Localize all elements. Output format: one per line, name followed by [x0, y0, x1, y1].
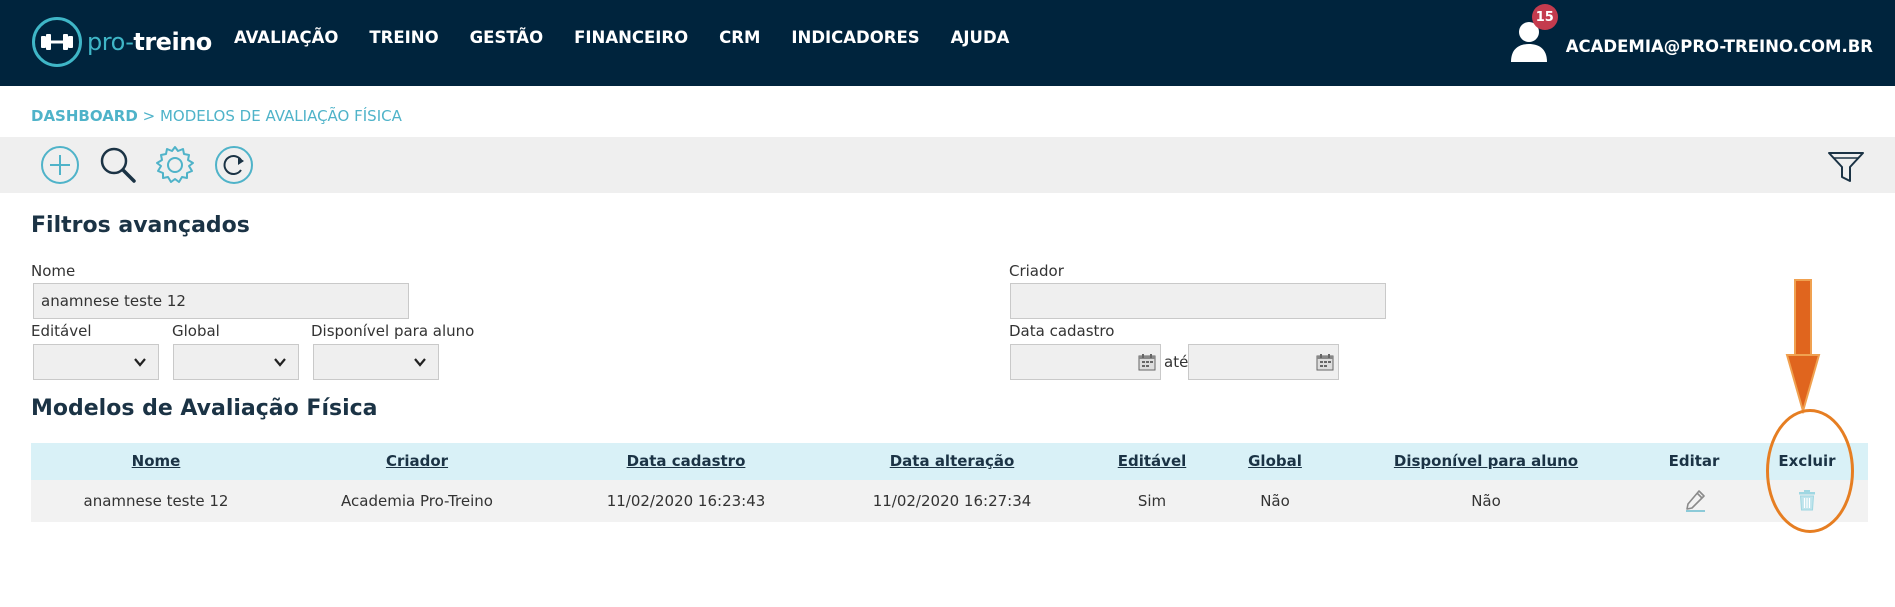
- dumbbell-icon: [32, 17, 82, 67]
- col-header-global[interactable]: Global: [1248, 452, 1302, 470]
- cell-data-alteracao: 11/02/2020 16:27:34: [872, 492, 1032, 510]
- calendar-icon[interactable]: [1138, 353, 1156, 371]
- breadcrumb-dashboard[interactable]: DASHBOARD: [31, 107, 138, 125]
- col-header-editar: Editar: [1668, 452, 1720, 470]
- toolbar: [0, 137, 1895, 193]
- nav-treino[interactable]: TREINO: [369, 28, 438, 47]
- cell-criador: Academia Pro-Treino: [341, 492, 493, 510]
- editavel-label: Editável: [31, 322, 92, 340]
- logo-text-treino: treino: [133, 28, 212, 56]
- nav-avaliacao[interactable]: AVALIAÇÃO: [234, 28, 338, 47]
- user-avatar-icon[interactable]: 15: [1506, 4, 1558, 64]
- col-header-data-alteracao[interactable]: Data alteração: [890, 452, 1015, 470]
- cell-editavel: Sim: [1137, 492, 1167, 510]
- nav-crm[interactable]: CRM: [719, 28, 760, 47]
- top-navbar: pro-treino AVALIAÇÃO TREINO GESTÃO FINAN…: [0, 0, 1895, 86]
- logo[interactable]: pro-treino: [32, 16, 212, 68]
- breadcrumb-separator: >: [142, 107, 156, 125]
- data-cadastro-start-input[interactable]: [1010, 344, 1161, 380]
- nav-gestao[interactable]: GESTÃO: [470, 28, 543, 47]
- notification-badge[interactable]: 15: [1531, 4, 1558, 30]
- criador-label: Criador: [1009, 262, 1064, 280]
- col-header-nome[interactable]: Nome: [132, 452, 181, 470]
- table-header-row: Nome Criador Data cadastro Data alteraçã…: [31, 443, 1868, 480]
- search-icon[interactable]: [98, 145, 138, 185]
- nome-label: Nome: [31, 262, 76, 280]
- breadcrumb: DASHBOARD > MODELOS DE AVALIAÇÃO FÍSICA: [31, 107, 402, 125]
- col-header-disponivel[interactable]: Disponível para aluno: [1394, 452, 1578, 470]
- data-cadastro-label: Data cadastro: [1009, 322, 1115, 340]
- col-header-criador[interactable]: Criador: [386, 452, 448, 470]
- edit-pencil-icon[interactable]: [1683, 488, 1707, 512]
- cell-data-cadastro: 11/02/2020 16:23:43: [606, 492, 766, 510]
- cell-nome: anamnese teste 12: [83, 492, 229, 510]
- annotation-highlight-circle: [1766, 409, 1854, 533]
- table-title: Modelos de Avaliação Física: [31, 396, 378, 421]
- calendar-icon[interactable]: [1316, 353, 1334, 371]
- editavel-select[interactable]: [33, 344, 159, 380]
- disponivel-select[interactable]: [313, 344, 439, 380]
- global-label: Global: [172, 322, 220, 340]
- logo-text-pro: pro-: [87, 28, 134, 56]
- col-header-data-cadastro[interactable]: Data cadastro: [627, 452, 746, 470]
- col-header-editavel[interactable]: Editável: [1118, 452, 1187, 470]
- nav-ajuda[interactable]: AJUDA: [951, 28, 1010, 47]
- filters-title: Filtros avançados: [31, 213, 250, 238]
- refresh-icon[interactable]: [214, 145, 254, 185]
- criador-input[interactable]: [1010, 283, 1386, 319]
- nome-input[interactable]: [33, 283, 409, 319]
- user-menu[interactable]: 15 ACADEMIA@PRO-TREINO.COM.BR: [1506, 4, 1873, 64]
- chevron-down-icon: [414, 358, 426, 367]
- cell-global: Não: [1260, 492, 1290, 510]
- nav-financeiro[interactable]: FINANCEIRO: [574, 28, 688, 47]
- plus-circle-icon[interactable]: [40, 145, 80, 185]
- logo-text: pro-treino: [87, 28, 212, 56]
- gear-icon[interactable]: [155, 145, 195, 185]
- data-cadastro-end-input[interactable]: [1188, 344, 1339, 380]
- user-email[interactable]: ACADEMIA@PRO-TREINO.COM.BR: [1566, 37, 1873, 56]
- filter-icon[interactable]: [1826, 145, 1866, 185]
- cell-disponivel: Não: [1471, 492, 1501, 510]
- global-select[interactable]: [173, 344, 299, 380]
- nav-indicadores[interactable]: INDICADORES: [791, 28, 919, 47]
- chevron-down-icon: [134, 358, 146, 367]
- ate-label: até: [1164, 353, 1189, 371]
- annotation-arrow-icon: [1785, 277, 1821, 415]
- breadcrumb-current: MODELOS DE AVALIAÇÃO FÍSICA: [159, 107, 402, 125]
- table-row[interactable]: anamnese teste 12 Academia Pro-Treino 11…: [31, 480, 1868, 522]
- disponivel-label: Disponível para aluno: [311, 322, 475, 340]
- modelos-table: Nome Criador Data cadastro Data alteraçã…: [31, 443, 1868, 522]
- main-nav: AVALIAÇÃO TREINO GESTÃO FINANCEIRO CRM I…: [234, 28, 1040, 47]
- chevron-down-icon: [274, 358, 286, 367]
